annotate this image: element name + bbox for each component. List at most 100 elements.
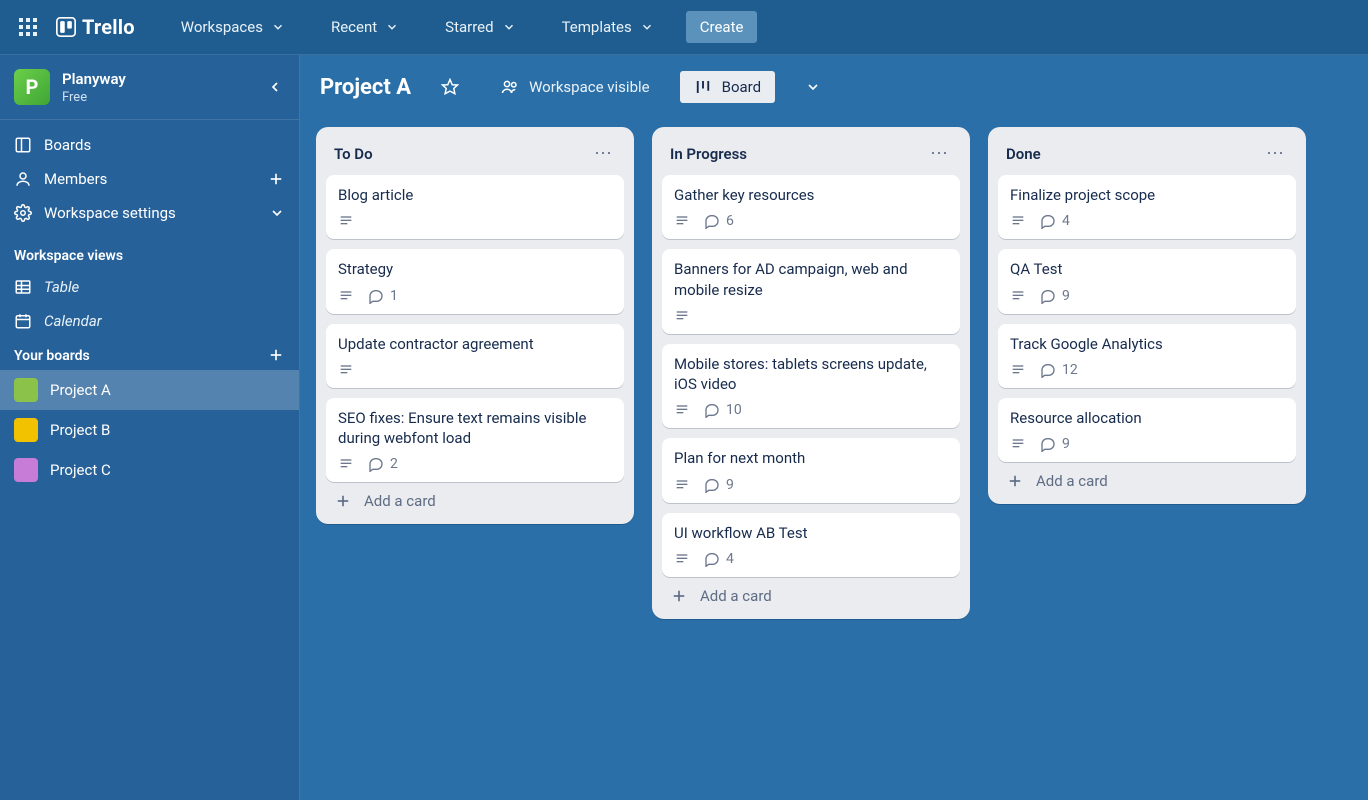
comments-count: 4 [726,551,734,567]
comment-icon [1040,362,1056,378]
description-badge [338,288,354,304]
description-badge [1010,436,1026,452]
create-button[interactable]: Create [686,11,758,43]
add-card-button[interactable]: Add a card [324,482,626,514]
list-menu-button[interactable]: ⋯ [590,143,616,165]
workspace-plan: Free [62,90,126,105]
comments-count: 9 [726,477,734,493]
card[interactable]: Plan for next month9 [662,438,960,502]
cards-container: Blog article Strategy1 Update contractor a… [324,175,626,482]
comments-count: 12 [1062,362,1078,378]
comments-badge: 2 [368,456,398,472]
calendar-icon [14,312,32,330]
add-card-button[interactable]: Add a card [996,462,1298,494]
card[interactable]: Update contractor agreement [326,324,624,388]
trello-logo[interactable]: Trello [48,15,143,39]
card[interactable]: QA Test9 [998,249,1296,313]
list-title[interactable]: Done [1006,145,1041,163]
comments-badge: 6 [704,213,734,229]
chevron-down-icon [502,20,516,34]
comments-badge: 12 [1040,362,1078,378]
sidebar-item-boards[interactable]: Boards [0,128,299,162]
list-title[interactable]: In Progress [670,145,747,163]
board-view-icon [694,78,712,96]
menu-workspaces[interactable]: Workspaces [167,12,299,42]
card[interactable]: UI workflow AB Test 4 [662,513,960,577]
card-badges: 9 [674,477,948,493]
card-badges: 1 [338,288,612,304]
menu-templates[interactable]: Templates [548,12,668,42]
list-title[interactable]: To Do [334,145,373,163]
comments-badge: 9 [1040,288,1070,304]
board-icon [14,136,32,154]
card[interactable]: Track Google Analytics12 [998,324,1296,388]
card[interactable]: Resource allocation9 [998,398,1296,462]
board-item[interactable]: Project C [0,450,299,490]
description-icon [1010,436,1026,452]
card-badges: 4 [674,551,948,567]
card-badges: 6 [674,213,948,229]
sidebar-item-settings[interactable]: Workspace settings [0,196,299,230]
star-button[interactable] [429,72,471,102]
add-card-label: Add a card [1036,472,1108,490]
description-icon [674,402,690,418]
add-board-button[interactable] [267,346,285,364]
heading-label: Workspace views [14,248,123,264]
card-title: Gather key resources [674,185,948,205]
menu-recent[interactable]: Recent [317,12,413,42]
card[interactable]: SEO fixes: Ensure text remains visible d… [326,398,624,483]
chevron-down-icon[interactable] [269,205,285,221]
board-view-button[interactable]: Board [680,71,775,103]
grid-icon [19,18,37,36]
card[interactable]: Blog article [326,175,624,239]
card-title: Mobile stores: tablets screens update, i… [674,354,948,395]
card[interactable]: Banners for AD campaign, web and mobile … [662,249,960,334]
workspace-header[interactable]: P Planyway Free [0,55,299,120]
comments-count: 6 [726,213,734,229]
description-badge [674,308,690,324]
view-table[interactable]: Table [0,270,299,304]
comments-count: 10 [726,402,742,418]
sidebar-item-members[interactable]: Members [0,162,299,196]
comments-badge: 1 [368,288,398,304]
workspace-info: Planyway Free [62,70,126,105]
board-item[interactable]: Project B [0,410,299,450]
cards-container: Gather key resources 6 Banners for AD camp… [660,175,962,577]
board-title[interactable]: Project A [320,75,411,100]
add-card-button[interactable]: Add a card [660,577,962,609]
card[interactable]: Mobile stores: tablets screens update, i… [662,344,960,429]
card[interactable]: Gather key resources 6 [662,175,960,239]
boards-list: Project A Project BProject C [0,370,299,490]
card-title: Blog article [338,185,612,205]
menu-starred[interactable]: Starred [431,12,529,42]
card-title: UI workflow AB Test [674,523,948,543]
description-icon [338,362,354,378]
menu-label: Templates [562,18,632,36]
view-calendar[interactable]: Calendar [0,304,299,338]
lists-row: To Do ⋯ Blog article Strategy1 Update contra… [300,117,1368,639]
sidebar-collapse-button[interactable] [261,73,289,101]
plus-icon [670,587,688,605]
sidebar-item-label: Workspace settings [44,204,176,222]
description-icon [674,551,690,567]
view-label: Calendar [44,312,102,330]
description-icon [338,288,354,304]
card[interactable]: Strategy1 [326,249,624,313]
board-header: Project A Workspace visible Board [300,55,1368,117]
card-badges [338,213,612,229]
list-menu-button[interactable]: ⋯ [1262,143,1288,165]
description-icon [1010,362,1026,378]
star-icon [441,78,459,96]
visibility-button[interactable]: Workspace visible [489,72,662,102]
description-badge [674,402,690,418]
board-view-chevron[interactable] [793,73,833,101]
description-icon [338,456,354,472]
card-title: Finalize project scope [1010,185,1284,205]
card[interactable]: Finalize project scope4 [998,175,1296,239]
workspace-views-heading: Workspace views [0,238,299,270]
apps-switcher[interactable] [12,11,44,43]
board-item[interactable]: Project A [0,370,299,410]
plus-icon[interactable] [267,170,285,188]
list-menu-button[interactable]: ⋯ [926,143,952,165]
board-label: Project A [50,381,111,399]
